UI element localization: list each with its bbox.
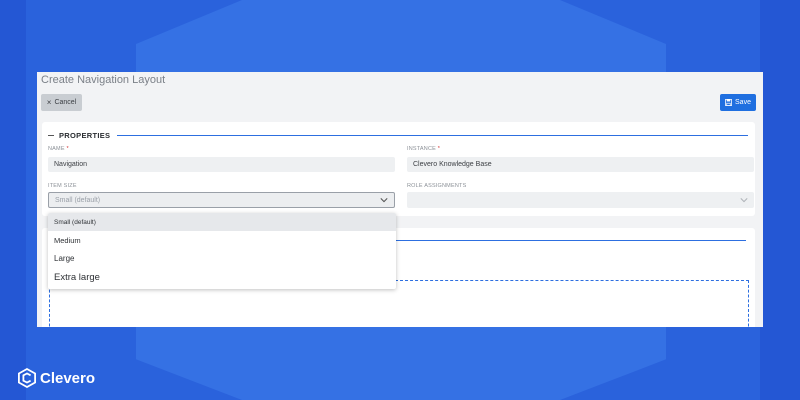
properties-card: PROPERTIES NAME * Navigation INSTANCE * … [42, 122, 755, 216]
dropdown-option-small[interactable]: Small (default) [48, 213, 396, 231]
required-marker: * [66, 146, 69, 152]
dropdown-option-medium[interactable]: Medium [48, 231, 396, 249]
collapse-icon [48, 135, 54, 136]
name-label: NAME * [48, 146, 69, 152]
cancel-button-label: Cancel [54, 99, 77, 106]
instance-label: INSTANCE * [407, 146, 440, 152]
dropdown-option-large[interactable]: Large [48, 249, 396, 267]
chevron-down-icon [380, 198, 388, 203]
properties-section-header[interactable]: PROPERTIES [48, 131, 748, 140]
name-label-text: NAME [48, 146, 65, 152]
background-panel-left [0, 0, 26, 400]
background-panel-right [760, 0, 800, 400]
save-icon [725, 99, 733, 106]
background-hexagon-bottom [136, 326, 666, 400]
item-size-select[interactable]: Small (default) [48, 192, 395, 208]
brand-name: Clevero [40, 369, 96, 387]
properties-section-title: PROPERTIES [59, 131, 111, 140]
chevron-down-icon [740, 198, 748, 203]
section-divider [117, 135, 748, 136]
name-input-value: Navigation [54, 161, 88, 168]
clevero-logo-icon [18, 368, 36, 388]
close-icon: × [46, 97, 52, 107]
item-size-label: ITEM SIZE [48, 183, 77, 189]
save-button[interactable]: Save [720, 94, 756, 111]
dropdown-option-extra-large[interactable]: Extra large [48, 268, 396, 287]
instance-input[interactable]: Clevero Knowledge Base [407, 157, 754, 172]
role-assignments-select[interactable] [407, 192, 754, 208]
section-divider [394, 240, 746, 241]
instance-label-text: INSTANCE [407, 146, 437, 152]
name-input[interactable]: Navigation [48, 157, 395, 172]
role-assignments-label: ROLE ASSIGNMENTS [407, 183, 467, 189]
required-marker: * [437, 146, 441, 152]
instance-input-value: Clevero Knowledge Base [413, 161, 492, 168]
brand-logo: Clevero [18, 368, 95, 388]
save-button-label: Save [735, 99, 751, 106]
page-title: Create Navigation Layout [41, 74, 166, 86]
item-size-dropdown-menu: Small (default) Medium Large Extra large [48, 213, 396, 289]
item-size-selected-value: Small (default) [55, 196, 101, 204]
cancel-button[interactable]: × Cancel [41, 94, 82, 111]
